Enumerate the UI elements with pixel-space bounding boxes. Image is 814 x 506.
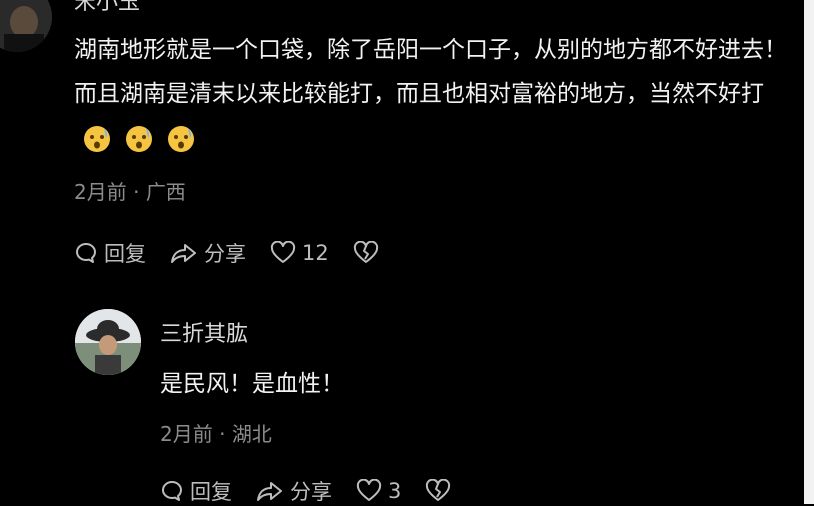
broken-heart-icon <box>353 241 378 263</box>
share-button[interactable]: 分享 <box>170 238 246 268</box>
comment-date: 2月前 <box>74 180 127 204</box>
share-label: 分享 <box>204 242 246 266</box>
reply-actions: 回复 分享 3 <box>160 476 475 506</box>
worried-face-emoji-icon <box>126 125 152 152</box>
share-arrow-icon <box>171 244 196 263</box>
share-label: 分享 <box>290 480 332 504</box>
comment-meta: 2月前 · 广西 <box>74 176 186 205</box>
comment-username[interactable]: 宋小玉 <box>74 0 140 16</box>
share-button[interactable]: 分享 <box>256 476 332 506</box>
reply-date: 2月前 <box>160 422 213 446</box>
dislike-button[interactable] <box>425 479 451 503</box>
reply-body: 是民风！是血性！ <box>160 371 344 397</box>
heart-icon <box>356 479 382 501</box>
like-count: 3 <box>388 479 402 503</box>
reply-label: 回复 <box>104 242 146 266</box>
meta-separator: · <box>126 180 146 204</box>
meta-separator: · <box>212 422 232 446</box>
reply-meta: 2月前 · 湖北 <box>160 418 272 447</box>
like-count: 12 <box>302 241 329 265</box>
dislike-button[interactable] <box>353 241 379 265</box>
comment-body: 湖南地形就是一个口袋，除了岳阳一个口子，从别的地方都不好进去！而且湖南是清末以来… <box>74 37 787 107</box>
chat-bubble-icon <box>162 481 182 501</box>
chat-bubble-icon <box>76 243 96 263</box>
comment-text: 湖南地形就是一个口袋，除了岳阳一个口子，从别的地方都不好进去！而且湖南是清末以来… <box>74 28 794 160</box>
avatar[interactable] <box>0 0 52 52</box>
heart-icon <box>270 241 296 263</box>
broken-heart-icon <box>426 479 451 501</box>
like-button[interactable]: 3 <box>356 479 401 503</box>
avatar[interactable] <box>75 309 141 375</box>
comment-actions: 回复 分享 12 <box>74 238 403 268</box>
reply-text: 是民风！是血性！ <box>160 362 760 406</box>
like-button[interactable]: 12 <box>270 241 329 265</box>
share-arrow-icon <box>257 482 282 501</box>
worried-face-emoji-icon <box>168 125 194 152</box>
reply-label: 回复 <box>190 480 232 504</box>
reply-button[interactable]: 回复 <box>160 476 232 506</box>
worried-face-emoji-icon <box>84 125 110 152</box>
reply-username[interactable]: 三折其肱 <box>160 316 248 348</box>
reply-location: 湖北 <box>231 422 272 446</box>
emoji-group <box>82 124 196 154</box>
reply-button[interactable]: 回复 <box>74 238 146 268</box>
comment-location: 广西 <box>145 180 186 204</box>
window-edge <box>804 0 814 504</box>
